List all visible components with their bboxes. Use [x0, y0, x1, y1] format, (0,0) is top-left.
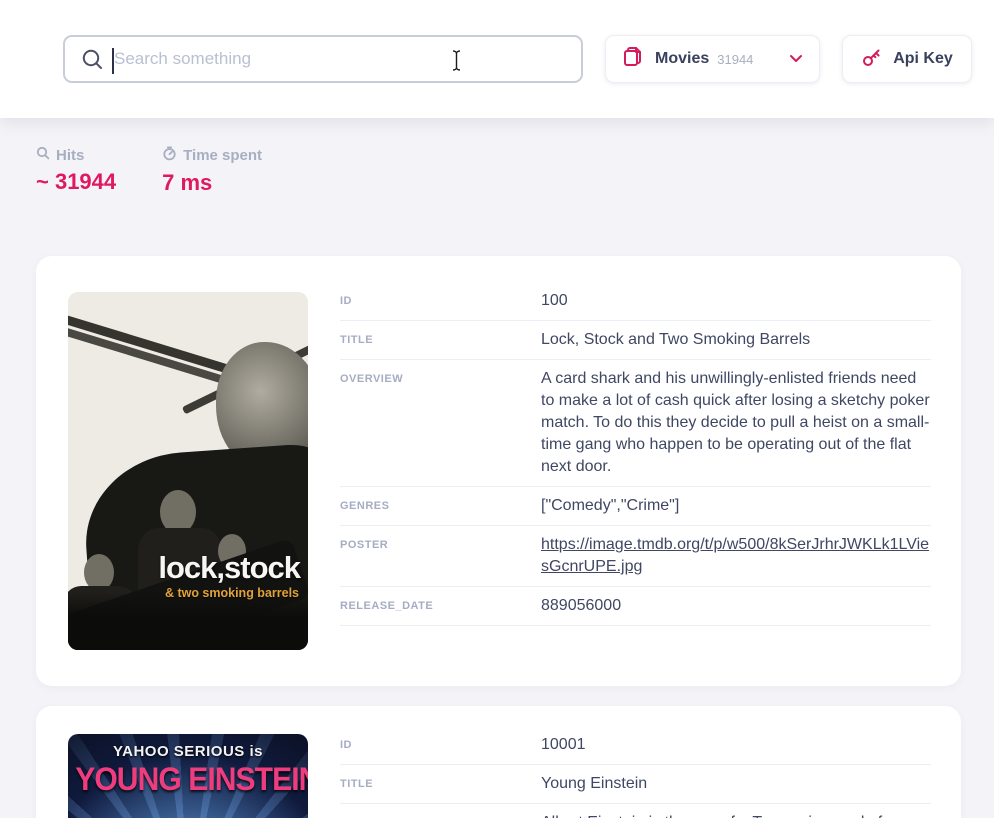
field-label: ID: [340, 734, 541, 756]
field-value: 889056000: [541, 595, 931, 617]
hits-magnifier-icon: [36, 146, 50, 164]
field-value: Young Einstein: [541, 773, 931, 795]
stopwatch-icon: [162, 146, 177, 165]
time-spent-stat: Time spent 7 ms: [162, 146, 262, 196]
time-spent-label: Time spent: [183, 147, 262, 164]
field-value: ["Comedy","Crime"]: [541, 495, 931, 517]
poster-subtitle-text: & two smoking barrels: [165, 586, 299, 600]
search-input[interactable]: [114, 39, 581, 79]
field-label: OVERVIEW: [340, 812, 541, 818]
documents-icon: [622, 45, 643, 73]
field-label: RELEASE_DATE: [340, 595, 541, 617]
field-value: 100: [541, 290, 931, 312]
index-selector[interactable]: Movies 31944: [605, 35, 820, 83]
document-fields: ID 100 TITLE Lock, Stock and Two Smoking…: [340, 282, 931, 626]
index-document-count: 31944: [717, 52, 789, 67]
field-value: Albert Einstein is the son of a Tasmania…: [541, 812, 931, 818]
search-icon: [81, 48, 104, 71]
movie-poster-image: lock,stock & two smoking barrels: [68, 292, 308, 650]
result-card: YAHOO SERIOUS is YOUNG EINSTEIN ID 10001…: [36, 706, 961, 818]
key-icon: [861, 46, 883, 73]
field-row-genres: GENRES ["Comedy","Crime"]: [340, 487, 931, 526]
hits-label: Hits: [56, 147, 84, 164]
api-key-button[interactable]: Api Key: [842, 35, 972, 83]
chevron-down-icon: [789, 50, 803, 68]
top-bar: Movies 31944 Api Key: [0, 0, 994, 118]
hits-value: ~ 31944: [36, 169, 116, 195]
movie-poster-image: YAHOO SERIOUS is YOUNG EINSTEIN: [68, 734, 308, 818]
field-row-release-date: RELEASE_DATE 889056000: [340, 587, 931, 626]
field-label: TITLE: [340, 773, 541, 795]
search-box[interactable]: [63, 35, 583, 83]
document-fields: ID 10001 TITLE Young Einstein OVERVIEW A…: [340, 726, 931, 818]
field-row-overview: OVERVIEW A card shark and his unwillingl…: [340, 360, 931, 487]
time-spent-value: 7 ms: [162, 170, 262, 196]
field-label: ID: [340, 290, 541, 312]
field-row-poster: POSTER https://image.tmdb.org/t/p/w500/8…: [340, 526, 931, 587]
poster-title-text: YOUNG EINSTEIN: [75, 761, 301, 798]
poster-credit-text: YAHOO SERIOUS is: [68, 743, 308, 760]
field-row-overview: OVERVIEW Albert Einstein is the son of a…: [340, 804, 931, 818]
mouse-ibeam-cursor: [450, 49, 463, 77]
field-row-title: TITLE Young Einstein: [340, 765, 931, 804]
field-label: POSTER: [340, 534, 541, 578]
result-card: lock,stock & two smoking barrels ID 100 …: [36, 256, 961, 686]
field-value: A card shark and his unwillingly-enliste…: [541, 368, 931, 478]
poster-url-link[interactable]: https://image.tmdb.org/t/p/w500/8kSerJrh…: [541, 536, 929, 575]
text-caret: [112, 48, 114, 74]
field-label: GENRES: [340, 495, 541, 517]
field-value: 10001: [541, 734, 931, 756]
field-label: OVERVIEW: [340, 368, 541, 478]
field-row-id: ID 10001: [340, 726, 931, 765]
field-label: TITLE: [340, 329, 541, 351]
search-stats: Hits ~ 31944 Time spent 7 ms: [36, 146, 262, 196]
index-selector-label: Movies: [655, 50, 709, 68]
api-key-label: Api Key: [893, 50, 953, 68]
field-row-title: TITLE Lock, Stock and Two Smoking Barrel…: [340, 321, 931, 360]
field-row-id: ID 100: [340, 282, 931, 321]
field-value: Lock, Stock and Two Smoking Barrels: [541, 329, 931, 351]
hits-stat: Hits ~ 31944: [36, 146, 116, 196]
poster-title-text: lock,stock: [158, 550, 300, 586]
